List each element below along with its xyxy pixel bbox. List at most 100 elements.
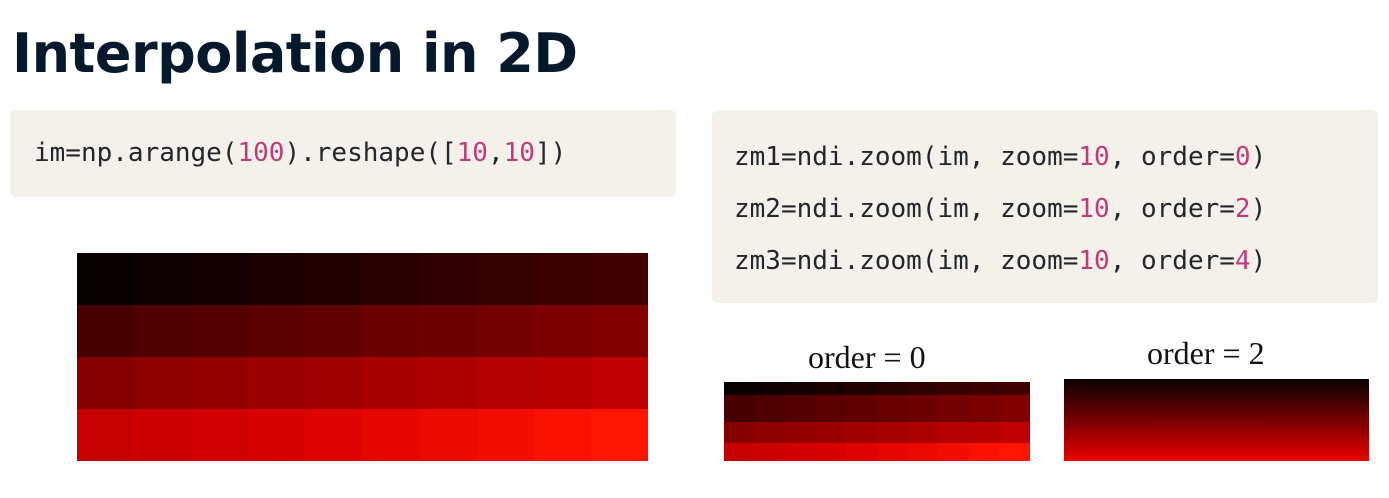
heatmap-cell (191, 305, 249, 357)
heatmap-row (724, 395, 1030, 422)
code-number: 10 (1078, 246, 1110, 276)
heatmap-cell (419, 253, 477, 305)
heatmap-cell (999, 442, 1030, 461)
heatmap-cell (754, 395, 786, 422)
heatmap-cell (938, 442, 969, 461)
code-text: , order= (1109, 194, 1235, 224)
heatmap-cell (968, 395, 1000, 422)
heatmap-cell (968, 421, 1000, 443)
heatmap-cell (754, 421, 786, 443)
code-number: 10 (456, 138, 488, 168)
heatmap-cell (846, 395, 877, 422)
heatmap-cell (305, 357, 363, 409)
heatmap-cell (362, 357, 420, 409)
heatmap-cell (846, 382, 877, 396)
code-text: ) (1250, 194, 1267, 224)
code-right-line: zm3=ndi.zoom(im, zoom=10, order=4) (734, 235, 1378, 287)
original-image-heatmap (77, 253, 648, 461)
heatmap-cell (846, 442, 877, 461)
heatmap-cell (419, 357, 477, 409)
heatmap-cell (785, 421, 816, 443)
heatmap-cell (754, 382, 786, 396)
heatmap-cell (968, 382, 1000, 396)
heatmap-cell (191, 253, 249, 305)
code-right-line: zm2=ndi.zoom(im, zoom=10, order=2) (734, 183, 1378, 235)
heatmap-cell (846, 421, 877, 443)
code-text: ).reshape([ (284, 138, 457, 168)
heatmap-cell (938, 395, 969, 422)
code-number: 2 (1234, 194, 1251, 224)
heatmap-cell (533, 357, 591, 409)
heatmap-cell (134, 253, 192, 305)
heatmap-cell (938, 382, 969, 396)
heatmap-cell (590, 409, 648, 461)
heatmap-cell (876, 442, 908, 461)
heatmap-cell (476, 253, 534, 305)
heatmap-row (724, 442, 1030, 461)
heatmap-cell (77, 253, 135, 305)
heatmap-row (724, 382, 1030, 396)
heatmap-row (77, 253, 648, 305)
heatmap-cell (724, 382, 755, 396)
code-text: ) (1250, 142, 1267, 172)
heatmap-row (724, 421, 1030, 443)
heatmap-row (77, 357, 648, 409)
code-number: 4 (1234, 246, 1251, 276)
heatmap-cell (476, 409, 534, 461)
heatmap-cell (907, 395, 939, 422)
heatmap-cell (785, 442, 816, 461)
heatmap-cell (785, 395, 816, 422)
heatmap-cell (305, 305, 363, 357)
order0-image-heatmap (724, 382, 1030, 461)
heatmap-cell (815, 442, 847, 461)
code-text: zm3=ndi.zoom(im, zoom= (734, 246, 1079, 276)
heatmap-cell (191, 357, 249, 409)
heatmap-cell (476, 357, 534, 409)
heatmap-cell (907, 382, 939, 396)
heatmap-cell (362, 305, 420, 357)
code-text: im=np.arange( (34, 138, 238, 168)
heatmap-cell (248, 409, 306, 461)
code-number: 0 (1234, 142, 1251, 172)
heatmap-cell (533, 305, 591, 357)
heatmap-cell (134, 305, 192, 357)
heatmap-cell (724, 442, 755, 461)
code-number: 10 (1078, 142, 1110, 172)
slide-title: Interpolation in 2D (12, 22, 578, 85)
heatmap-cell (938, 421, 969, 443)
code-text: , order= (1109, 142, 1235, 172)
heatmap-cell (815, 395, 847, 422)
heatmap-cell (248, 357, 306, 409)
heatmap-cell (77, 409, 135, 461)
order2-image-gradient (1064, 379, 1369, 461)
heatmap-cell (876, 421, 908, 443)
heatmap-cell (362, 409, 420, 461)
code-text: , order= (1109, 246, 1235, 276)
heatmap-cell (785, 382, 816, 396)
heatmap-cell (999, 421, 1030, 443)
heatmap-cell (134, 357, 192, 409)
order2-label: order = 2 (1147, 335, 1265, 371)
heatmap-cell (476, 305, 534, 357)
code-right-line: zm1=ndi.zoom(im, zoom=10, order=0) (734, 131, 1378, 183)
code-number: 100 (237, 138, 285, 168)
heatmap-cell (590, 253, 648, 305)
heatmap-cell (968, 442, 1000, 461)
code-block-arange: im=np.arange(100).reshape([10,10]) (10, 110, 676, 197)
heatmap-cell (999, 382, 1030, 396)
heatmap-cell (248, 253, 306, 305)
heatmap-cell (754, 442, 786, 461)
code-number: 10 (1078, 194, 1110, 224)
code-text: zm1=ndi.zoom(im, zoom= (734, 142, 1079, 172)
code-left-line: im=np.arange(100).reshape([10,10]) (34, 127, 676, 179)
heatmap-cell (907, 442, 939, 461)
heatmap-cell (876, 382, 908, 396)
heatmap-cell (77, 357, 135, 409)
heatmap-cell (724, 395, 755, 422)
heatmap-cell (590, 305, 648, 357)
heatmap-row (77, 409, 648, 461)
heatmap-row (77, 305, 648, 357)
heatmap-cell (533, 253, 591, 305)
heatmap-cell (999, 395, 1030, 422)
code-block-zoom: zm1=ndi.zoom(im, zoom=10, order=0) zm2=nd… (712, 110, 1378, 303)
